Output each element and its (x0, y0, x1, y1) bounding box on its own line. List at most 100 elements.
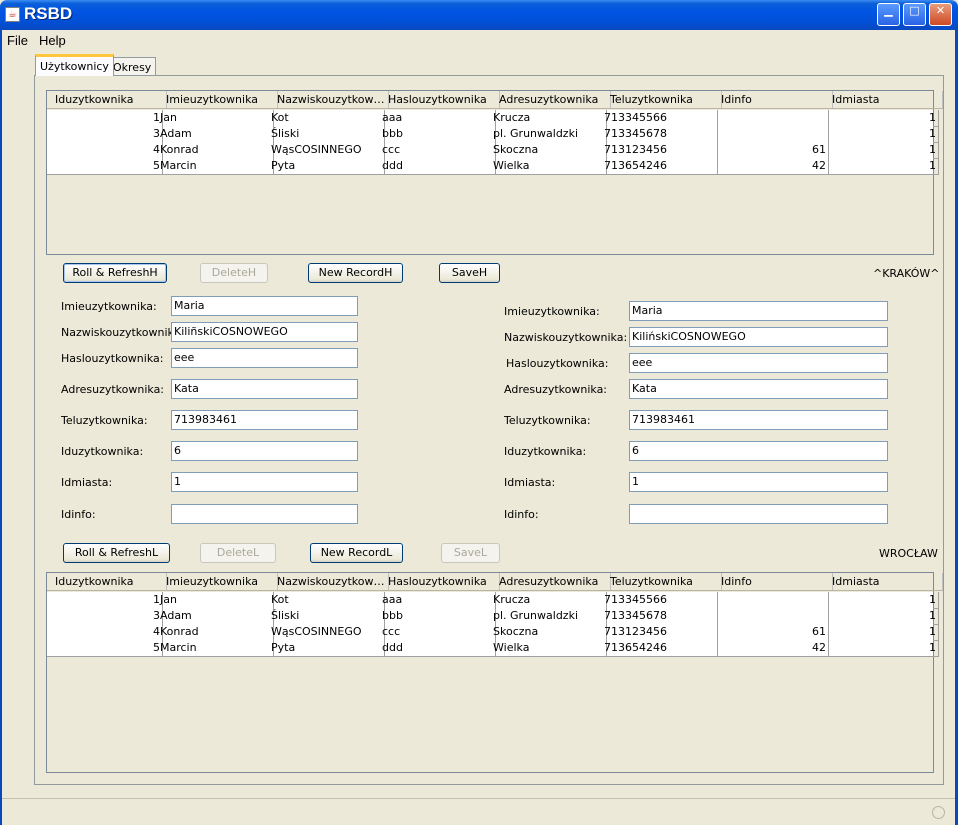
table-cell[interactable]: pl. Grunwaldzki (491, 608, 607, 625)
table-cell[interactable]: Skoczna (491, 142, 607, 159)
column-header[interactable]: Teluzytkownika (602, 573, 722, 591)
table-cell[interactable]: Krucza (491, 592, 607, 609)
column-header[interactable]: Imieuzytkownika (158, 573, 278, 591)
table-cell[interactable]: Konrad (158, 142, 274, 159)
table-cell[interactable]: Pyta (269, 640, 385, 657)
table-cell[interactable]: 5 (47, 158, 163, 175)
column-header[interactable]: Idinfo (713, 91, 833, 109)
resize-grip-icon[interactable] (932, 806, 945, 819)
table-cell[interactable]: 1 (824, 608, 939, 625)
table-cell[interactable]: 1 (824, 158, 939, 175)
table-cell[interactable]: Marcin (158, 640, 274, 657)
table-cell[interactable]: pl. Grunwaldzki (491, 126, 607, 143)
table-cell[interactable]: 713345678 (602, 126, 718, 143)
table-cell[interactable]: 1 (824, 592, 939, 609)
column-header[interactable]: Imieuzytkownika (158, 91, 278, 109)
column-header[interactable]: Idmiasta (824, 91, 943, 109)
table-cell[interactable]: Krucza (491, 110, 607, 127)
nazwisko-field-right[interactable]: KilińskiCOSNOWEGO (629, 327, 888, 347)
haslo-field-left[interactable]: eee (171, 348, 358, 368)
table-cell[interactable]: Adam (158, 608, 274, 625)
save-h-button[interactable]: SaveH (439, 263, 500, 283)
table-cell[interactable]: Jan (158, 110, 274, 127)
table-cell[interactable]: ccc (380, 624, 496, 641)
table-cell[interactable]: 713345678 (602, 608, 718, 625)
idmiasta-field-left[interactable]: 1 (171, 472, 358, 492)
table-row[interactable]: 3 Adam Śliski bbb pl. Grunwaldzki 713345678 1 (47, 608, 939, 625)
table-cell[interactable]: bbb (380, 608, 496, 625)
table-cell[interactable]: 713123456 (602, 624, 718, 641)
column-header[interactable]: Iduzytkownika (47, 573, 167, 591)
table-row[interactable]: 4 Konrad WąsCOSINNEGO ccc Skoczna 713123456 61… (47, 624, 939, 641)
table-row[interactable]: 5 Marcin Pyta ddd Wielka 713654246 42 1 (47, 158, 939, 175)
users-table-bottom[interactable]: Iduzytkownika Imieuzytkownika Nazwiskouz… (46, 572, 943, 773)
delete-l-button[interactable]: DeleteL (200, 543, 276, 563)
menu-help[interactable]: Help (39, 33, 66, 48)
table-cell[interactable]: 61 (713, 142, 829, 159)
table-cell[interactable]: 1 (824, 624, 939, 641)
tab-uzytkownicy[interactable]: Użytkownicy (35, 54, 114, 76)
table-cell[interactable]: 1 (47, 592, 163, 609)
table-cell[interactable]: 1 (824, 142, 939, 159)
column-header[interactable]: Haslouzytkownika (380, 91, 500, 109)
table-cell[interactable]: 3 (47, 608, 163, 625)
table-cell[interactable]: 42 (713, 640, 829, 657)
table-row[interactable]: 3 Adam Śliski bbb pl. Grunwaldzki 713345678 1 (47, 126, 939, 143)
table-cell[interactable]: 713345566 (602, 592, 718, 609)
idinfo-field-right[interactable] (629, 504, 888, 524)
table-cell[interactable]: aaa (380, 110, 496, 127)
table-cell[interactable] (713, 110, 829, 127)
table-cell[interactable]: Wielka (491, 158, 607, 175)
table-cell[interactable] (713, 126, 829, 143)
column-header[interactable]: Idmiasta (824, 573, 943, 591)
new-record-h-button[interactable]: New RecordH (308, 263, 403, 283)
table-cell[interactable]: 713654246 (602, 640, 718, 657)
save-l-button[interactable]: SaveL (441, 543, 500, 563)
table-cell[interactable]: 1 (824, 126, 939, 143)
table-cell[interactable]: ccc (380, 142, 496, 159)
column-header[interactable]: Idinfo (713, 573, 833, 591)
table-cell[interactable]: 61 (713, 624, 829, 641)
table-cell[interactable]: Jan (158, 592, 274, 609)
table-cell[interactable]: Adam (158, 126, 274, 143)
table-cell[interactable]: Śliski (269, 126, 385, 143)
table-cell[interactable]: 5 (47, 640, 163, 657)
table-row[interactable]: 4 Konrad WąsCOSINNEGO ccc Skoczna 713123456 61… (47, 142, 939, 159)
table-cell[interactable]: 1 (824, 640, 939, 657)
table-cell[interactable]: bbb (380, 126, 496, 143)
table-cell[interactable]: Pyta (269, 158, 385, 175)
table-cell[interactable]: 713345566 (602, 110, 718, 127)
table-cell[interactable]: 3 (47, 126, 163, 143)
table-row[interactable]: 5 Marcin Pyta ddd Wielka 713654246 42 1 (47, 640, 939, 657)
table-cell[interactable] (713, 592, 829, 609)
table-cell[interactable]: ddd (380, 640, 496, 657)
iduzytkownika-field-right[interactable]: 6 (629, 441, 888, 461)
table-cell[interactable]: 4 (47, 624, 163, 641)
table-cell[interactable]: Wielka (491, 640, 607, 657)
column-header[interactable]: Nazwiskouzytkow… (269, 91, 389, 109)
minimize-button[interactable]: ▁ (877, 3, 900, 26)
table-cell[interactable]: 1 (824, 110, 939, 127)
tel-field-right[interactable]: 713983461 (629, 410, 888, 430)
table-cell[interactable]: WąsCOSINNEGO (269, 624, 385, 641)
roll-refresh-l-button[interactable]: Roll & RefreshL (63, 543, 170, 563)
column-header[interactable]: Teluzytkownika (602, 91, 722, 109)
table-row[interactable]: 1 Jan Kot aaa Krucza 713345566 1 (47, 110, 939, 127)
adres-field-left[interactable]: Kata (171, 379, 358, 399)
table-cell[interactable]: WąsCOSINNEGO (269, 142, 385, 159)
adres-field-right[interactable]: Kata (629, 379, 888, 399)
table-cell[interactable]: 713654246 (602, 158, 718, 175)
column-header[interactable]: Nazwiskouzytkow… (269, 573, 389, 591)
roll-refresh-h-button[interactable]: Roll & RefreshH (63, 263, 167, 283)
imie-field-right[interactable]: Maria (629, 301, 888, 321)
tab-okresy[interactable]: Okresy (108, 57, 157, 75)
column-header[interactable]: Adresuzytkownika (491, 91, 611, 109)
table-cell[interactable]: Śliski (269, 608, 385, 625)
idmiasta-field-right[interactable]: 1 (629, 472, 888, 492)
table-cell[interactable]: aaa (380, 592, 496, 609)
delete-h-button[interactable]: DeleteH (200, 263, 268, 283)
new-record-l-button[interactable]: New RecordL (310, 543, 403, 563)
table-cell[interactable]: ddd (380, 158, 496, 175)
table-cell[interactable]: Konrad (158, 624, 274, 641)
maximize-button[interactable]: □ (903, 3, 926, 26)
